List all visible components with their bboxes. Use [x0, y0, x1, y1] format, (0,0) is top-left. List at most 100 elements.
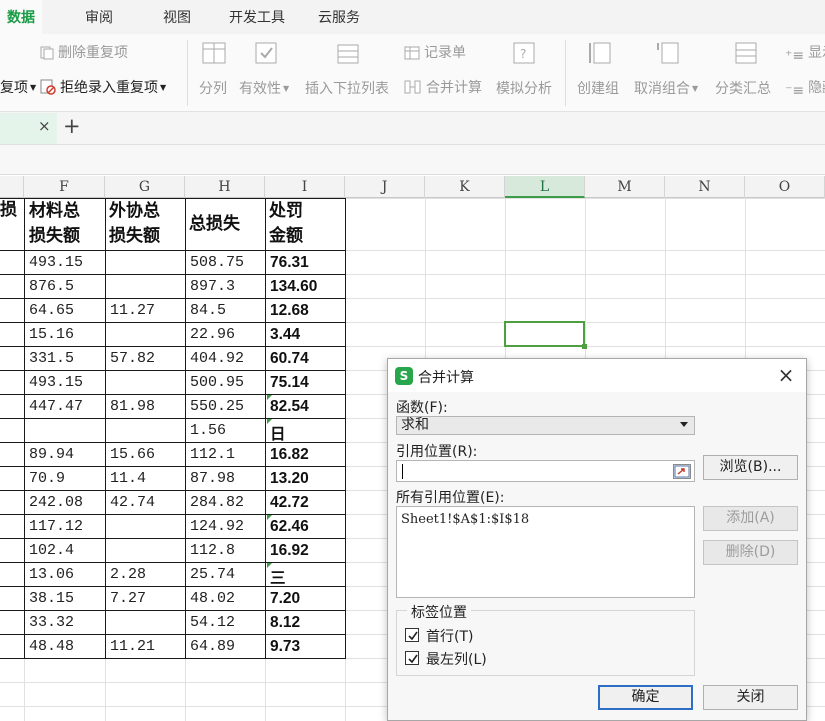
- table-cell[interactable]: 447.47: [25, 398, 103, 415]
- table-cell[interactable]: 493.15: [25, 374, 103, 391]
- add-tab-icon[interactable]: +: [63, 114, 81, 138]
- table-cell[interactable]: 38.15: [25, 590, 103, 607]
- table-cell[interactable]: 日: [266, 422, 344, 444]
- table-cell[interactable]: 102.4: [25, 542, 103, 559]
- table-cell[interactable]: 54.12: [186, 614, 264, 631]
- table-cell[interactable]: 13.06: [25, 566, 103, 583]
- close-tab-icon[interactable]: ×: [38, 117, 51, 135]
- table-cell[interactable]: 7.27: [106, 590, 184, 607]
- what-if-analysis-button[interactable]: 模拟分析: [496, 78, 552, 98]
- table-cell[interactable]: 76.31: [266, 254, 344, 272]
- validity-dropdown[interactable]: 有效性 ▼: [239, 78, 289, 98]
- table-cell[interactable]: 112.1: [186, 446, 264, 463]
- table-cell[interactable]: 60.74: [266, 350, 344, 368]
- table-cell[interactable]: 42.72: [266, 494, 344, 512]
- close-button[interactable]: 关闭: [703, 685, 798, 710]
- record-form-button[interactable]: 记录单: [404, 42, 466, 64]
- table-cell[interactable]: 117.12: [25, 518, 103, 535]
- ok-button[interactable]: 确定: [598, 685, 693, 710]
- tab-data[interactable]: 数据: [0, 0, 42, 34]
- column-header-i[interactable]: I: [265, 176, 345, 198]
- table-cell[interactable]: 三: [266, 566, 344, 588]
- table-cell[interactable]: 89.94: [25, 446, 103, 463]
- table-cell[interactable]: 550.25: [186, 398, 264, 415]
- ungroup-dropdown[interactable]: 取消组合 ▼: [634, 78, 698, 98]
- column-header-j[interactable]: J: [345, 176, 425, 198]
- duplicates-dropdown[interactable]: 复项 ▼: [0, 77, 36, 97]
- table-cell[interactable]: 112.8: [186, 542, 264, 559]
- all-references-list[interactable]: Sheet1!$A$1:$I$18: [396, 506, 695, 598]
- insert-dropdown-list-button[interactable]: 插入下拉列表: [305, 78, 389, 98]
- table-cell[interactable]: 493.15: [25, 254, 103, 271]
- table-cell[interactable]: 12.68: [266, 302, 344, 320]
- table-cell[interactable]: 284.82: [186, 494, 264, 511]
- table-cell[interactable]: 15.16: [25, 326, 103, 343]
- tab-developer-tools[interactable]: 开发工具: [220, 0, 294, 34]
- delete-button[interactable]: 删除(D): [703, 540, 798, 565]
- table-cell[interactable]: 876.5: [25, 278, 103, 295]
- tab-cloud-services[interactable]: 云服务: [308, 0, 370, 34]
- table-cell[interactable]: 508.75: [186, 254, 264, 271]
- hide-detail-button[interactable]: ⁻≡隐藏: [785, 77, 825, 99]
- create-group-button[interactable]: 创建组: [577, 78, 619, 98]
- left-column-label[interactable]: 最左列(L): [426, 649, 487, 669]
- table-cell[interactable]: 15.66: [106, 446, 184, 463]
- table-cell[interactable]: 3.44: [266, 326, 344, 344]
- column-header-f[interactable]: F: [24, 176, 105, 198]
- column-header-l[interactable]: L: [505, 176, 585, 198]
- dialog-titlebar[interactable]: S 合并计算 ×: [388, 359, 806, 392]
- table-cell[interactable]: 42.74: [106, 494, 184, 511]
- table-cell[interactable]: 500.95: [186, 374, 264, 391]
- reference-input[interactable]: [396, 460, 695, 482]
- remove-duplicates-button[interactable]: 删除重复项: [40, 42, 128, 64]
- table-cell[interactable]: 75.14: [266, 374, 344, 392]
- top-row-label[interactable]: 首行(T): [426, 626, 473, 646]
- table-cell[interactable]: 48.02: [186, 590, 264, 607]
- table-cell[interactable]: 1.56: [186, 422, 264, 439]
- add-button[interactable]: 添加(A): [703, 506, 798, 531]
- column-header-n[interactable]: N: [665, 176, 745, 198]
- table-cell[interactable]: 13.20: [266, 470, 344, 488]
- table-cell[interactable]: 2.28: [106, 566, 184, 583]
- table-cell[interactable]: 33.32: [25, 614, 103, 631]
- browse-button[interactable]: 浏览(B)...: [703, 455, 798, 480]
- table-cell[interactable]: 62.46: [266, 518, 344, 536]
- table-cell[interactable]: 25.74: [186, 566, 264, 583]
- column-header-o[interactable]: O: [745, 176, 825, 198]
- table-cell[interactable]: 7.20: [266, 590, 344, 608]
- split-columns-button[interactable]: 分列: [199, 78, 227, 98]
- active-cell-selection[interactable]: [504, 321, 587, 349]
- table-cell[interactable]: 48.48: [25, 638, 103, 655]
- table-cell[interactable]: 70.9: [25, 470, 103, 487]
- table-cell[interactable]: 82.54: [266, 398, 344, 416]
- column-header-k[interactable]: K: [425, 176, 505, 198]
- tab-review[interactable]: 审阅: [70, 0, 128, 34]
- show-detail-button[interactable]: ⁺≡显示: [785, 42, 825, 64]
- table-cell[interactable]: 134.60: [266, 278, 344, 296]
- list-item[interactable]: Sheet1!$A$1:$I$18: [401, 512, 529, 527]
- table-cell[interactable]: 87.98: [186, 470, 264, 487]
- table-cell[interactable]: 124.92: [186, 518, 264, 535]
- column-header-e[interactable]: [0, 176, 24, 198]
- table-cell[interactable]: 331.5: [25, 350, 103, 367]
- table-cell[interactable]: 242.08: [25, 494, 103, 511]
- table-cell[interactable]: 9.73: [266, 638, 344, 656]
- table-cell[interactable]: 897.3: [186, 278, 264, 295]
- consolidate-button[interactable]: 合并计算: [404, 77, 482, 99]
- table-cell[interactable]: 84.5: [186, 302, 264, 319]
- table-cell[interactable]: 16.82: [266, 446, 344, 464]
- table-cell[interactable]: 8.12: [266, 614, 344, 632]
- tab-view[interactable]: 视图: [148, 0, 206, 34]
- close-icon[interactable]: ×: [774, 362, 798, 388]
- column-header-g[interactable]: G: [105, 176, 185, 198]
- table-cell[interactable]: 11.21: [106, 638, 184, 655]
- table-cell[interactable]: 16.92: [266, 542, 344, 560]
- subtotal-button[interactable]: 分类汇总: [715, 78, 771, 98]
- table-cell[interactable]: 64.65: [25, 302, 103, 319]
- range-picker-icon[interactable]: [673, 464, 691, 479]
- left-column-checkbox[interactable]: [405, 651, 419, 665]
- table-cell[interactable]: 11.27: [106, 302, 184, 319]
- column-header-h[interactable]: H: [185, 176, 265, 198]
- table-cell[interactable]: 22.96: [186, 326, 264, 343]
- top-row-checkbox[interactable]: [405, 628, 419, 642]
